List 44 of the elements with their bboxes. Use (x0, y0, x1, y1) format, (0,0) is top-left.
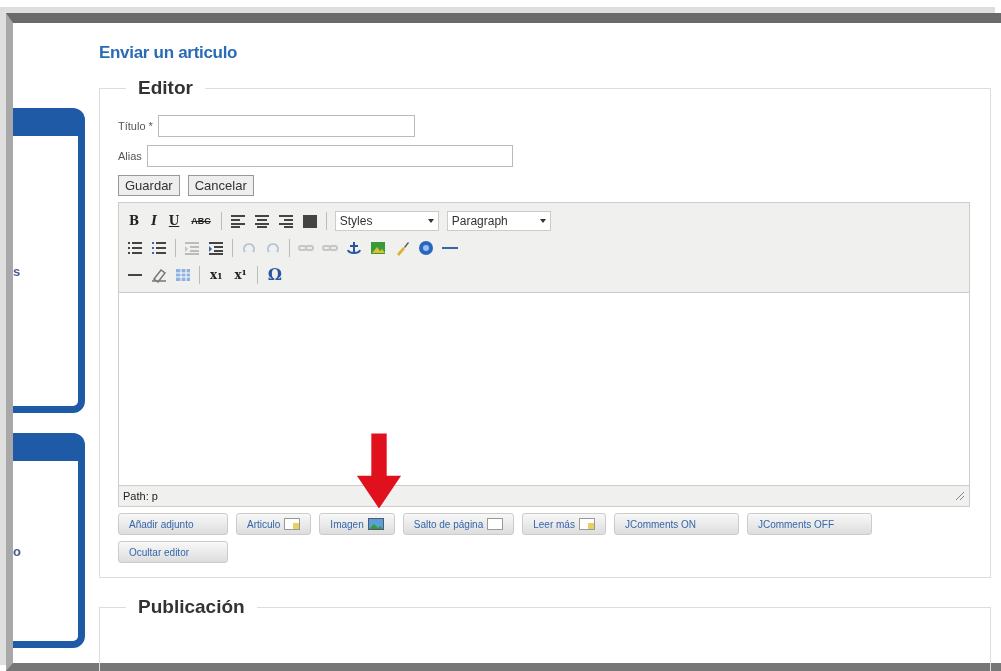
editor-button[interactable]: JComments ON (613, 513, 739, 535)
resize-grip-icon[interactable] (955, 491, 965, 501)
picture-icon (367, 518, 384, 530)
brush-icon[interactable] (394, 239, 410, 256)
toolbar-dropdown[interactable]: Styles (334, 210, 439, 231)
toolbar-button[interactable]: ABC (189, 215, 213, 226)
sidebar-text: o (13, 543, 21, 559)
toolbar-button[interactable]: I (149, 213, 159, 228)
field-label: Alias (118, 150, 142, 162)
list-icon[interactable] (151, 239, 167, 256)
list-icon[interactable] (127, 239, 143, 256)
input-field[interactable] (146, 145, 513, 167)
editor-button[interactable]: Ocultar editor (118, 541, 228, 563)
sidebar-text: s (13, 263, 21, 279)
editor-button[interactable]: Articulo (236, 513, 312, 535)
caret-icon (427, 218, 434, 223)
document-icon (284, 518, 301, 530)
editor-button[interactable]: JComments OFF (746, 513, 872, 535)
field-label: Título * (118, 120, 153, 132)
editor-button[interactable]: Imagen (319, 513, 395, 535)
toolbar-button[interactable]: Ω (265, 265, 285, 284)
toolbar-button[interactable]: U (166, 213, 182, 228)
editor-button[interactable]: Salto de página (402, 513, 515, 535)
editor-button[interactable]: Añadir adjunto (118, 513, 228, 535)
section-title: Publicación (137, 596, 246, 618)
toolbar-button[interactable]: x₁ (208, 267, 225, 282)
eraser-icon[interactable] (151, 266, 167, 283)
toolbar-button[interactable]: B (127, 213, 142, 228)
editor-button[interactable]: Leer más (522, 513, 606, 535)
indent-icon[interactable] (208, 239, 224, 256)
anchor-icon[interactable] (346, 239, 362, 256)
toolbar-button[interactable]: x¹ (232, 267, 249, 282)
document-icon (578, 518, 595, 530)
page-icon (487, 518, 504, 530)
picture-icon[interactable] (370, 239, 386, 256)
section-title: Editor (137, 77, 194, 99)
help-icon[interactable] (418, 239, 434, 256)
toolbar-dropdown[interactable]: Paragraph (446, 210, 551, 231)
form-button[interactable]: Guardar (118, 175, 180, 196)
form-button[interactable]: Cancelar (187, 175, 254, 196)
path-label: Path: p (123, 490, 158, 502)
input-field[interactable] (157, 115, 415, 137)
page-title: Enviar un articulo (99, 43, 239, 63)
caret-icon (539, 218, 546, 223)
